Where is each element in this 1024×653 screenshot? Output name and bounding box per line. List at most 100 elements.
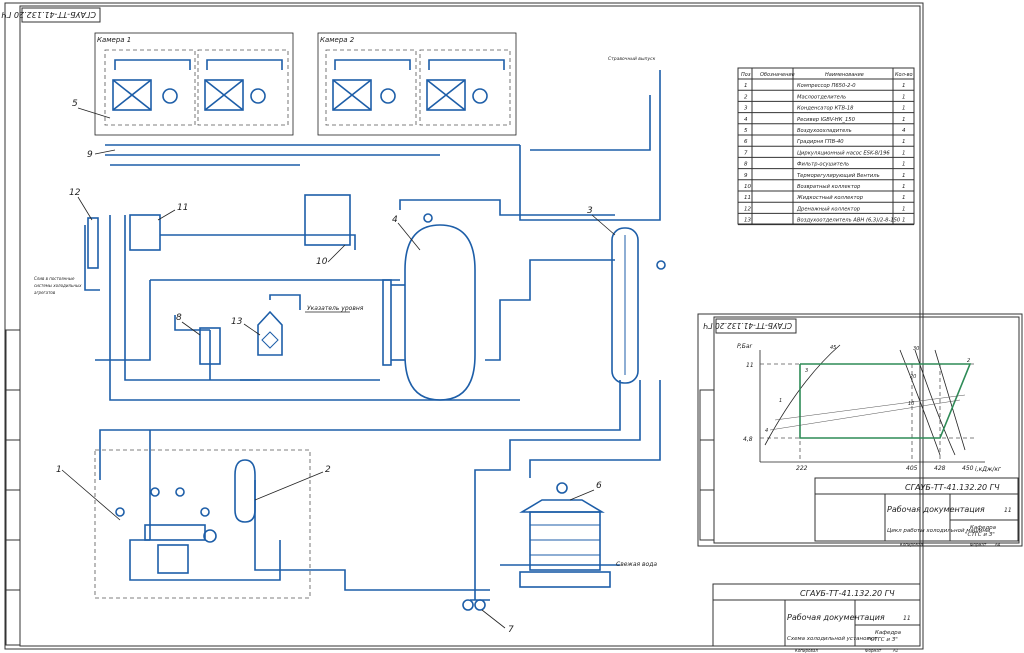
spec-row-3-name: Конденсатор КТВ-18	[797, 106, 854, 112]
chamber-1-label: Камера 1	[97, 36, 131, 44]
callout-6: 6	[596, 481, 602, 491]
cycle-point-30: 30	[913, 346, 919, 352]
piping	[84, 59, 661, 601]
cycle-point-45: 45	[830, 345, 836, 351]
cycle-ytick-11: 11	[746, 362, 754, 369]
cycle-code: СГАУБ-ТТ-41.132.20 ГЧ	[905, 483, 1000, 492]
spec-row-6-qty: 1	[902, 139, 906, 145]
spec-row-8-qty: 1	[902, 162, 906, 168]
callout-3: 3	[587, 206, 593, 216]
spec-row-3-qty: 1	[902, 106, 906, 112]
main-dept-1: Кафедра	[875, 630, 902, 636]
spec-row-9-qty: 1	[902, 173, 906, 179]
spec-row-2-qty: 1	[902, 94, 906, 100]
spec-row-4-qty: 1	[902, 117, 906, 123]
callout-8: 8	[176, 313, 182, 323]
level-indicator-label: Указатель уровня	[307, 305, 364, 312]
main-sheet-count: 11	[903, 615, 911, 622]
spec-row-8-pos: 8	[744, 162, 748, 168]
cycle-title-block: СГАУБ-ТТ-41.132.20 ГЧ Рабочая документац…	[814, 477, 1019, 547]
cycle-xtick-222: 222	[796, 465, 808, 472]
spec-header-qty: Кол-во	[895, 72, 913, 78]
spec-row-1-name: Компрессор П650-2-0	[797, 83, 856, 89]
spec-row-2-pos: 2	[744, 94, 748, 100]
main-title-block: СГАУБ-ТТ-41.132.20 ГЧ Рабочая документац…	[712, 583, 921, 653]
main-format: Формат	[865, 648, 882, 653]
main-doc-type: Рабочая документация	[787, 613, 885, 622]
specification-table: Поз Обозначение Наименование Кол-во 1 Ком…	[737, 67, 915, 226]
callout-13: 13	[231, 317, 243, 327]
callout-4: 4	[392, 215, 398, 225]
main-format-value: А1	[892, 648, 898, 653]
spec-row-9-pos: 9	[744, 173, 748, 179]
cycle-point-1: 1	[779, 398, 782, 404]
cycle-xtick-405: 405	[906, 465, 918, 472]
spec-row-6-name: Градирня ГПВ-40	[797, 139, 844, 145]
callout-5: 5	[72, 99, 78, 109]
spec-row-9-name: Терморегулирующий Вентиль	[797, 173, 880, 179]
spec-row-5-qty: 4	[902, 128, 906, 134]
circulation-pump	[462, 599, 486, 611]
condenser	[611, 227, 666, 384]
cycle-chart: P,Бar i,кДж/кг 11 4,8 222 405 428 450 45…	[737, 343, 1002, 473]
callout-10: 10	[316, 257, 328, 267]
cycle-point-10: 10	[908, 401, 914, 407]
spec-row-6-pos: 6	[744, 139, 748, 145]
spec-row-12-name: Дренажный коллектор	[796, 206, 861, 212]
callout-1: 1	[56, 465, 62, 475]
callout-11: 11	[177, 203, 188, 213]
oil-separator	[234, 459, 256, 523]
cycle-xtick-428: 428	[934, 465, 946, 472]
spec-row-11-pos: 11	[744, 195, 751, 201]
compressor-unit	[94, 449, 311, 599]
chamber-2: Камера 2	[317, 32, 517, 136]
cycle-dept-1: Кафедра	[970, 525, 997, 531]
drawing-sheet: СГАУБ-ТТ-41.132.20 ГЧ Камера 1 Камера 2	[1, 2, 1023, 653]
cycle-sheet-no: 11	[1004, 507, 1012, 514]
cycle-ytick-48: 4,8	[743, 436, 753, 443]
cycle-format: Формат	[970, 542, 987, 547]
spec-row-13-qty: 1	[902, 218, 906, 224]
cycle-point-20: 20	[910, 374, 916, 380]
drain-note-line3: агрегатов	[34, 290, 56, 295]
main-code: СГАУБ-ТТ-41.132.20 ГЧ	[800, 589, 895, 598]
spec-row-3-pos: 3	[744, 106, 748, 112]
cycle-point-3: 3	[805, 368, 808, 374]
chamber-1: Камера 1	[94, 32, 294, 136]
callout-7: 7	[508, 625, 514, 635]
spec-row-7-name: Циркуляционный насос ESK-8/196	[797, 150, 890, 156]
left-stamp-strip	[5, 329, 21, 646]
cycle-doc-type: Рабочая документация	[887, 505, 985, 514]
cooling-tower	[519, 482, 611, 588]
spec-row-7-qty: 1	[902, 150, 906, 156]
cycle-point-2: 2	[967, 358, 970, 364]
spec-row-7-pos: 7	[744, 150, 748, 156]
spec-header-pos: Поз	[741, 72, 751, 78]
spec-row-4-pos: 4	[744, 117, 748, 123]
cycle-copied: Копировал	[900, 542, 923, 547]
main-copied: Копировал	[795, 648, 818, 653]
spec-row-10-qty: 1	[902, 184, 906, 190]
spec-row-1-pos: 1	[744, 83, 748, 89]
cycle-dept-2: "СТГС и З"	[965, 532, 995, 538]
rotated-sheet-code: СГАУБ-ТТ-41.132.20 ГЧ	[1, 10, 96, 19]
spec-row-11-name: Жидкостный коллектор	[796, 195, 864, 201]
cycle-xtick-450: 450	[962, 465, 974, 472]
spec-row-1-qty: 1	[902, 83, 906, 89]
spec-row-10-name: Возвратный коллектор	[797, 184, 861, 190]
spec-header-designation: Обозначение	[760, 72, 795, 78]
receiver	[382, 213, 476, 401]
cycle-xlabel: i,кДж/кг	[975, 466, 1002, 473]
fresh-water-label: Свежая вода	[616, 561, 657, 568]
spec-row-13-name: Воздухоотделитель АВН (6,3)/2-8-150	[797, 218, 901, 224]
collectors	[87, 194, 351, 269]
cycle-rotated-code: СГАУБ-ТТ-41.132.20 ГЧ	[703, 321, 792, 330]
air-separator	[257, 310, 283, 356]
callout-12: 12	[69, 188, 81, 198]
cycle-point-4: 4	[765, 428, 768, 434]
spec-row-5-pos: 5	[744, 128, 748, 134]
spec-row-4-name: Ресивер IGBV-НК_150	[797, 117, 856, 123]
spec-row-12-pos: 12	[744, 206, 751, 212]
main-title: Схема холодильной установки	[787, 636, 877, 642]
callout-9: 9	[87, 150, 93, 160]
